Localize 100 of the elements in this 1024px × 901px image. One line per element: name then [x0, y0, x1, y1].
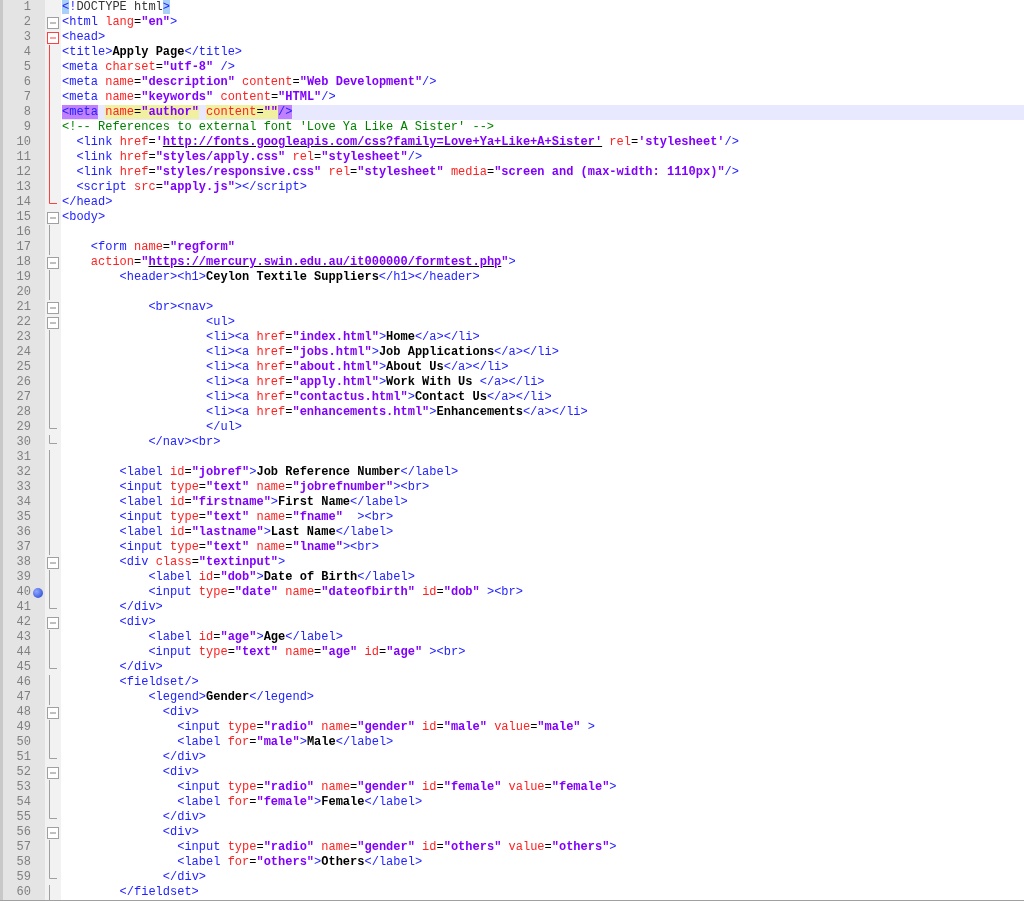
code-line: <label for="male">Male</label> [176, 735, 394, 749]
line-number: 41 [15, 600, 31, 615]
code-line: <input type="text" name="fname" ><br> [118, 510, 394, 524]
line-number: 60 [15, 885, 31, 900]
line-number: 16 [15, 225, 31, 240]
line-number: 1 [22, 0, 31, 15]
line-number: 28 [15, 405, 31, 420]
fold-toggle-icon[interactable] [47, 16, 59, 29]
line-number: 55 [15, 810, 31, 825]
highlighted-token: = [134, 105, 142, 119]
highlighted-token: name [105, 105, 135, 119]
code-line: <ul> [205, 315, 235, 329]
line-number: 38 [15, 555, 31, 570]
line-number: 53 [15, 780, 31, 795]
line-number: 14 [15, 195, 31, 210]
line-number: 35 [15, 510, 31, 525]
fold-toggle-icon[interactable] [47, 766, 59, 779]
line-number: 21 [15, 300, 31, 315]
line-number: 33 [15, 480, 31, 495]
code-line: <label for="others">Others</label> [176, 855, 423, 869]
line-number: 43 [15, 630, 31, 645]
code-line: <meta name="description" content="Web Development"/> [62, 75, 437, 89]
line-number: 23 [15, 330, 31, 345]
line-number: 36 [15, 525, 31, 540]
line-number: 10 [15, 135, 31, 150]
line-number: 51 [15, 750, 31, 765]
highlighted-token: "author" [141, 105, 199, 119]
code-line: <!-- References to external font 'Love Ya Like A Sister' --> [62, 120, 495, 134]
code-line: <div> [161, 705, 199, 719]
code-line: <div> [118, 615, 156, 629]
line-number: 37 [15, 540, 31, 555]
code-line: <li><a href="jobs.html">Job Applications</a></li> [205, 345, 559, 359]
code-line: <input type="radio" name="gender" id="male" value="male" > [176, 720, 595, 734]
fold-toggle-icon[interactable] [47, 316, 59, 329]
code-line: <label id="lastname">Last Name</label> [118, 525, 394, 539]
line-number: 20 [15, 285, 31, 300]
code-line: <link href='http://fonts.googleapis.com/css?family=Love+Ya+Like+A+Sister' rel='stylesheet'/> [75, 135, 739, 149]
line-number: 54 [15, 795, 31, 810]
line-number: 58 [15, 855, 31, 870]
line-number: 57 [15, 840, 31, 855]
code-line: <label for="female">Female</label> [176, 795, 423, 809]
code-line: </div> [161, 870, 207, 884]
line-number: 9 [22, 120, 31, 135]
line-number: 22 [15, 315, 31, 330]
code-line: <head> [62, 30, 106, 44]
code-line: <input type="radio" name="gender" id="female" value="female"> [176, 780, 617, 794]
code-line: <script src="apply.js"></script> [75, 180, 307, 194]
code-line: <li><a href="about.html">About Us</a></li> [205, 360, 509, 374]
line-number: 12 [15, 165, 31, 180]
code-line: <form name="regform" [89, 240, 235, 254]
code-line: <link href="styles/apply.css" rel="stylesheet"/> [75, 150, 423, 164]
fold-toggle-icon[interactable] [47, 301, 59, 314]
line-number: 18 [15, 255, 31, 270]
code-line: <label id="dob">Date of Birth</label> [147, 570, 415, 584]
code-line: <br><nav> [147, 300, 214, 314]
code-line: <link href="styles/responsive.css" rel="stylesheet" media="screen and (max-width: 1110px)"/> [75, 165, 739, 179]
fold-toggle-icon[interactable] [47, 31, 59, 44]
code-line: <div class="textinput"> [118, 555, 286, 569]
code-line: <div> [161, 825, 199, 839]
line-number: 56 [15, 825, 31, 840]
code-line: </div> [161, 750, 207, 764]
line-number: 26 [15, 375, 31, 390]
line-number: 52 [15, 765, 31, 780]
fold-toggle-icon[interactable] [47, 616, 59, 629]
code-line: <div> [161, 765, 199, 779]
line-number: 30 [15, 435, 31, 450]
line-number: 13 [15, 180, 31, 195]
code-line: <label id="jobref">Job Reference Number</label> [118, 465, 459, 479]
line-number: 34 [15, 495, 31, 510]
line-number: 8 [22, 105, 31, 120]
highlighted-token: content [206, 105, 257, 119]
code-line: <input type="text" name="age" id="age" ><br> [147, 645, 466, 659]
code-line: <li><a href="index.html">Home</a></li> [205, 330, 480, 344]
line-number: 24 [15, 345, 31, 360]
code-line: <fieldset/> [118, 675, 199, 689]
line-number: 31 [15, 450, 31, 465]
code-line: </fieldset> [118, 885, 199, 899]
code-line: </head> [62, 195, 113, 209]
code-line: <meta charset="utf-8" /> [62, 60, 235, 74]
code-line: <input type="date" name="dateofbirth" id="dob" ><br> [147, 585, 523, 599]
line-number: 17 [15, 240, 31, 255]
fold-toggle-icon[interactable] [47, 706, 59, 719]
code-line: <legend>Gender</legend> [147, 690, 315, 704]
line-number: 49 [15, 720, 31, 735]
fold-toggle-icon[interactable] [47, 556, 59, 569]
highlighted-token: /> [278, 105, 293, 119]
bookmark-icon[interactable] [33, 587, 43, 598]
line-number: 50 [15, 735, 31, 750]
line-number: 29 [15, 420, 31, 435]
line-number: 5 [22, 60, 31, 75]
fold-toggle-icon[interactable] [47, 256, 59, 269]
code-line: <meta name="keywords" content="HTML"/> [62, 90, 336, 104]
line-number: 3 [22, 30, 31, 45]
line-number: 15 [15, 210, 31, 225]
fold-toggle-icon[interactable] [47, 211, 59, 224]
fold-toggle-icon[interactable] [47, 826, 59, 839]
line-number: 39 [15, 570, 31, 585]
line-number: 7 [22, 90, 31, 105]
code-line: <input type="radio" name="gender" id="others" value="others"> [176, 840, 617, 854]
line-number: 46 [15, 675, 31, 690]
